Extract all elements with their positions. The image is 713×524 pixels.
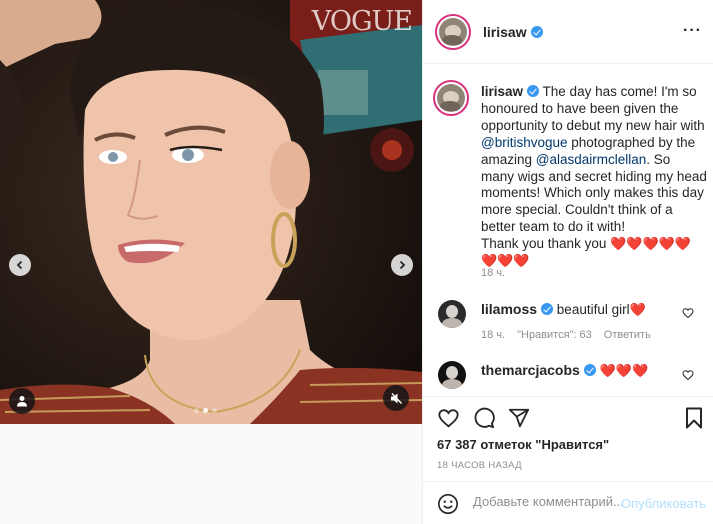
mute-button[interactable] [383,385,409,411]
caption-timestamp[interactable]: 18 ч. [481,267,505,279]
publish-button[interactable]: Опубликовать [621,496,706,511]
comment-icon[interactable] [473,407,495,429]
comment-username[interactable]: themarcjacobs [481,362,580,378]
post-photo [0,0,422,424]
heart-emoji: ❤️ [629,302,646,317]
carousel-dots [194,408,217,413]
verified-badge-icon [583,364,596,376]
author-username-header[interactable]: lirisaw [483,24,543,40]
bookmark-icon[interactable] [685,407,703,429]
heart-outline-icon[interactable] [437,407,460,429]
speaker-muted-icon [390,392,402,404]
carousel-dot-active [203,408,208,413]
user-icon [17,396,27,407]
vogue-watermark: VOGUE [311,6,413,37]
comment-username[interactable]: lilamoss [481,301,537,317]
likes-count[interactable]: 67 387 отметок "Нравится" [437,437,609,452]
comments-section[interactable]: lirisaw The day has come! I'm so honoure… [423,64,713,396]
caption-part-4: Thank you thank you [481,236,611,252]
comment-text: beautiful girl [556,302,630,317]
share-icon[interactable] [508,407,530,429]
emoji-icon[interactable] [437,493,459,515]
chevron-left-icon [16,260,23,270]
carousel-dot [212,408,217,413]
post-sidebar: lirisaw ··· lirisaw The day has come! I'… [422,0,713,524]
media-blank-area [0,424,422,524]
commenter-avatar[interactable] [438,300,466,328]
tagged-users-button[interactable] [9,388,35,414]
mention-britishvogue[interactable]: @britishvogue [481,135,568,150]
comment-item: themarcjacobs ❤️❤️❤️ [481,362,681,380]
caption-avatar[interactable] [433,80,469,116]
add-comment-bar: Опубликовать [423,481,713,524]
carousel-next-button[interactable] [391,254,413,276]
comment-time[interactable]: 18 ч. [481,329,505,341]
comment-input[interactable] [473,494,623,509]
post-header: lirisaw ··· [423,0,713,64]
reply-button[interactable]: Ответить [604,329,651,341]
author-avatar[interactable] [435,14,471,50]
more-options-icon[interactable]: ··· [683,23,702,39]
verified-badge-icon [527,85,540,97]
comment-likes[interactable]: "Нравится": 63 [517,329,592,341]
caption-text: lirisaw The day has come! I'm so honoure… [481,84,707,270]
post-time-ago[interactable]: 18 часов назад [437,460,522,471]
comment-item: lilamoss beautiful girl❤️ [481,301,681,319]
chevron-right-icon [399,260,406,270]
post-actions-bar [423,396,713,436]
heart-emojis: ❤️❤️❤️❤️❤️ [610,236,692,252]
verified-badge-icon [530,26,543,38]
comment-like-heart-icon[interactable] [682,369,694,381]
heart-emojis: ❤️❤️❤️ [481,253,530,269]
author-username[interactable]: lirisaw [483,24,527,40]
carousel-dot [194,408,199,413]
comment-meta: 18 ч. "Нравится": 63 Ответить [481,329,651,341]
post-media[interactable]: VOGUE [0,0,422,424]
mention-alasdairmclellan[interactable]: @alasdairmclellan [536,152,647,167]
carousel-prev-button[interactable] [9,254,31,276]
comment-like-heart-icon[interactable] [682,307,694,319]
heart-emojis: ❤️❤️❤️ [599,363,649,378]
caption-username[interactable]: lirisaw [481,84,523,99]
verified-badge-icon [541,303,554,315]
commenter-avatar[interactable] [438,361,466,389]
